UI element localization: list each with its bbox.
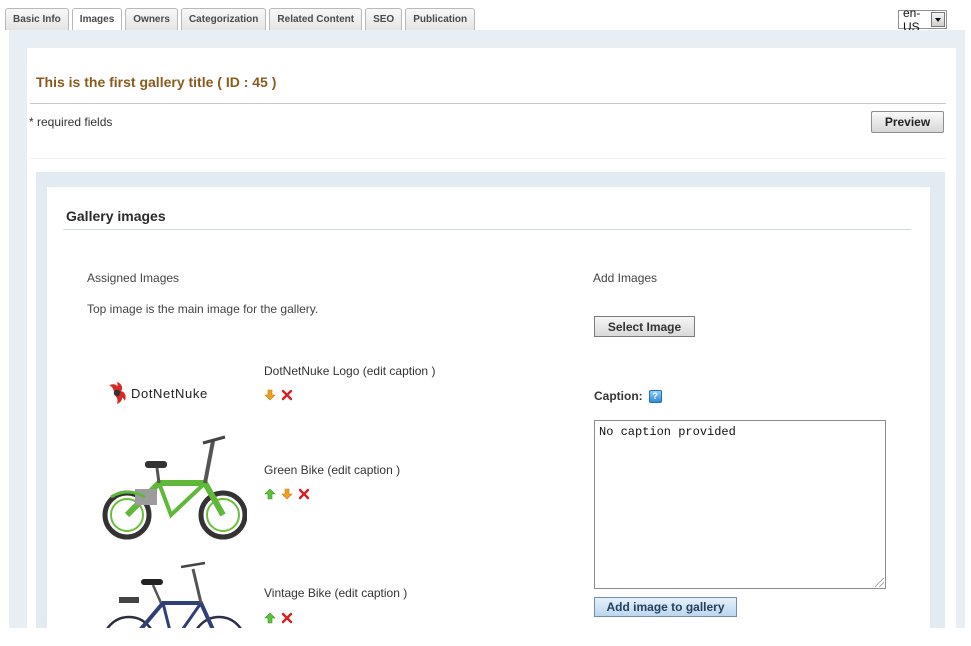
image-title: Vintage Bike [264, 586, 332, 600]
image-title: Green Bike [264, 463, 325, 477]
image-caption-dotnetnuke: DotNetNuke Logo (edit caption ) [264, 364, 435, 378]
delete-icon[interactable] [298, 488, 310, 500]
chevron-down-icon[interactable] [931, 12, 945, 27]
vintage-bike-thumbnail [101, 557, 247, 628]
delete-icon[interactable] [281, 612, 293, 624]
assigned-images-heading: Assigned Images [87, 271, 180, 285]
edit-caption-link[interactable]: (edit caption ) [335, 586, 408, 600]
image-caption-green-bike: Green Bike (edit caption ) [264, 463, 400, 477]
caption-label: Caption: ? [594, 389, 662, 403]
tab-related-content[interactable]: Related Content [269, 8, 363, 30]
title-divider [30, 103, 946, 104]
green-bike-thumbnail [101, 431, 248, 543]
image-actions [264, 389, 293, 401]
preview-button[interactable]: Preview [871, 111, 944, 133]
move-down-icon[interactable] [281, 488, 293, 500]
move-up-icon[interactable] [264, 488, 276, 500]
assigned-images-note: Top image is the main image for the gall… [87, 302, 319, 316]
tab-publication[interactable]: Publication [405, 8, 476, 30]
required-note: * required fields [29, 115, 113, 129]
section-title: Gallery images [66, 208, 166, 224]
tab-categorization[interactable]: Categorization [180, 8, 267, 30]
image-title: DotNetNuke Logo [264, 364, 360, 378]
move-down-icon[interactable] [264, 389, 276, 401]
dotnetnuke-logo-text: DotNetNuke [131, 386, 208, 401]
tab-seo[interactable]: SEO [365, 8, 403, 30]
help-icon[interactable]: ? [648, 389, 662, 403]
separator [30, 158, 946, 159]
add-image-to-gallery-button[interactable]: Add image to gallery [594, 597, 737, 617]
delete-icon[interactable] [281, 389, 293, 401]
add-images-heading: Add Images [593, 271, 658, 285]
tab-owners[interactable]: Owners [125, 8, 178, 30]
page-title: This is the first gallery title ( ID : 4… [36, 74, 277, 90]
edit-caption-link[interactable]: (edit caption ) [363, 364, 436, 378]
move-up-icon[interactable] [264, 612, 276, 624]
caption-label-text: Caption: [594, 389, 643, 403]
tab-bar: Basic Info Images Owners Categorization … [5, 8, 476, 30]
tab-basic-info[interactable]: Basic Info [5, 8, 69, 30]
image-actions [264, 612, 293, 624]
section-divider [63, 229, 911, 230]
tab-images[interactable]: Images [71, 8, 123, 30]
edit-caption-link[interactable]: (edit caption ) [327, 463, 400, 477]
resize-grip-icon[interactable] [875, 578, 884, 587]
dotnetnuke-logo-thumbnail: DotNetNuke [103, 376, 249, 410]
select-image-button[interactable]: Select Image [594, 316, 695, 337]
image-caption-vintage-bike: Vintage Bike (edit caption ) [264, 586, 407, 600]
language-select[interactable]: en-US [898, 6, 947, 34]
caption-textarea[interactable]: No caption provided [594, 420, 886, 589]
image-actions [264, 488, 310, 500]
